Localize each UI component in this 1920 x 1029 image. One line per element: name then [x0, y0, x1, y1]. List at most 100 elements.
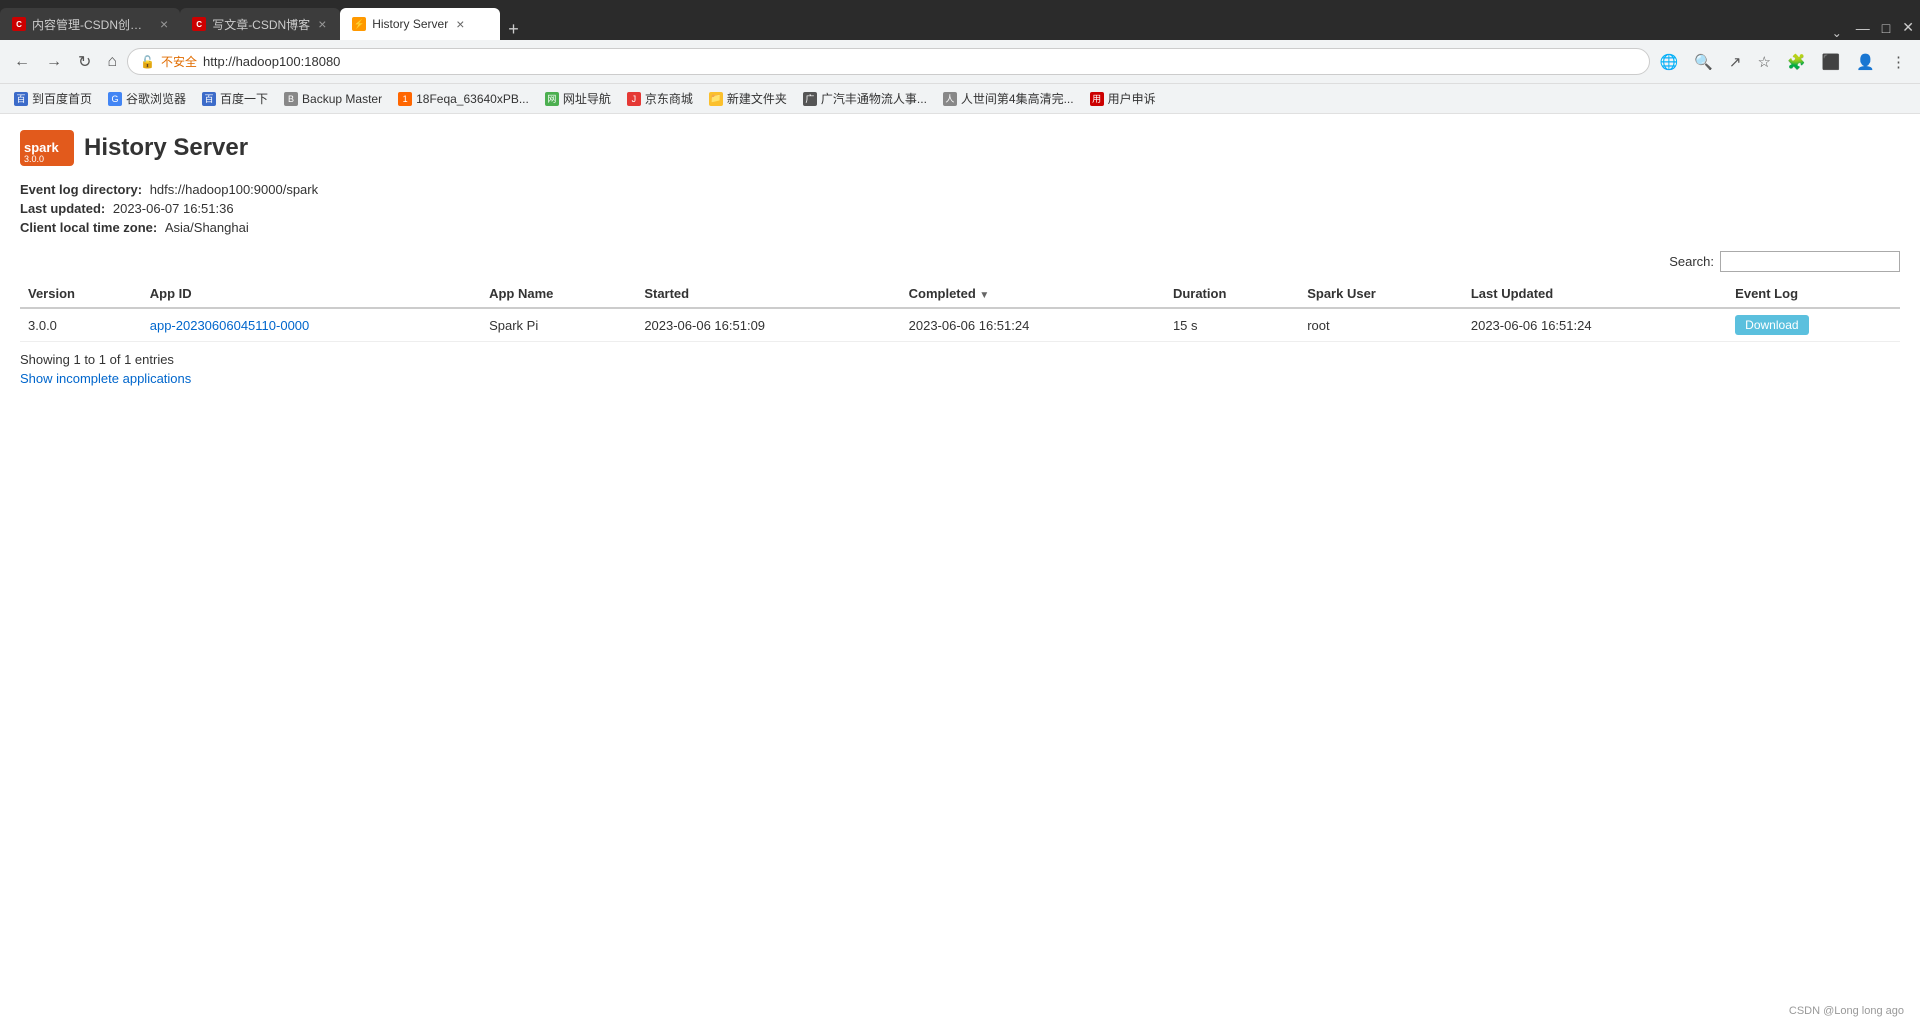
bookmark-18feqa[interactable]: 1 18Feqa_63640xPB...	[392, 90, 535, 108]
bookmark-favicon-guangqi: 广	[803, 92, 817, 106]
cell-app-id: app-20230606045110-0000	[142, 308, 481, 342]
col-event-log[interactable]: Event Log	[1727, 280, 1900, 308]
cell-completed: 2023-06-06 16:51:24	[901, 308, 1165, 342]
applications-table: Version App ID App Name Started Complete…	[20, 280, 1900, 342]
cell-event-log: Download	[1727, 308, 1900, 342]
bookmark-label-nav: 网址导航	[563, 90, 611, 107]
show-incomplete-link[interactable]: Show incomplete applications	[20, 371, 1900, 386]
col-version[interactable]: Version	[20, 280, 142, 308]
bookmark-renshijian[interactable]: 人 人世间第4集高清完...	[937, 88, 1080, 109]
table-row: 3.0.0 app-20230606045110-0000 Spark Pi 2…	[20, 308, 1900, 342]
bookmark-baidu-search[interactable]: 百 百度一下	[196, 88, 274, 109]
col-app-name[interactable]: App Name	[481, 280, 636, 308]
tab-bar: C 内容管理-CSDN创作中心 × C 写文章-CSDN博客 × ⚡ Histo…	[0, 0, 1920, 40]
bookmark-label-folder: 新建文件夹	[727, 90, 787, 107]
cell-duration: 15 s	[1165, 308, 1299, 342]
tab-history-server[interactable]: ⚡ History Server ×	[340, 8, 500, 40]
search-input[interactable]	[1720, 251, 1900, 272]
profile-button[interactable]: 👤	[1850, 49, 1881, 75]
bookmark-favicon-baidu-search: 百	[202, 92, 216, 106]
bookmark-favicon-google: G	[108, 92, 122, 106]
forward-button[interactable]: →	[40, 49, 68, 75]
bookmark-complaint[interactable]: 用 用户申诉	[1084, 88, 1162, 109]
bookmark-google[interactable]: G 谷歌浏览器	[102, 88, 192, 109]
maximize-button[interactable]: □	[1876, 16, 1896, 40]
bookmark-nav[interactable]: 网 网址导航	[539, 88, 617, 109]
tab-label-3: History Server	[372, 17, 448, 31]
bookmark-button[interactable]: ☆	[1751, 49, 1776, 75]
last-updated-row: Last updated: 2023-06-07 16:51:36	[20, 201, 1900, 216]
bookmark-favicon-baidu: 百	[14, 92, 28, 106]
bookmarks-bar: 百 到百度首页 G 谷歌浏览器 百 百度一下 B Backup Master 1…	[0, 84, 1920, 114]
last-updated-value: 2023-06-07 16:51:36	[113, 201, 234, 216]
security-label: 不安全	[161, 53, 197, 70]
cell-spark-user: root	[1299, 308, 1463, 342]
tab-csdn-write[interactable]: C 写文章-CSDN博客 ×	[180, 8, 340, 40]
col-app-id[interactable]: App ID	[142, 280, 481, 308]
bookmark-label-complaint: 用户申诉	[1108, 90, 1156, 107]
col-duration[interactable]: Duration	[1165, 280, 1299, 308]
app-id-link[interactable]: app-20230606045110-0000	[150, 318, 310, 333]
tab-csdn-manage[interactable]: C 内容管理-CSDN创作中心 ×	[0, 8, 180, 40]
browser-toolbar: ← → ↻ ⌂ 🔓 不安全 http://hadoop100:18080 🌐 🔍…	[0, 40, 1920, 84]
spark-logo-svg: spark 3.0.0	[20, 130, 74, 166]
bookmark-favicon-renshijian: 人	[943, 92, 957, 106]
col-started[interactable]: Started	[636, 280, 900, 308]
bookmark-label-guangqi: 广汽丰通物流人事...	[821, 90, 927, 107]
bookmark-favicon-backup: B	[284, 92, 298, 106]
event-log-row: Event log directory: hdfs://hadoop100:90…	[20, 182, 1900, 197]
reload-button[interactable]: ↻	[72, 48, 97, 76]
tab-favicon-2: C	[192, 17, 206, 31]
bookmark-guangqi[interactable]: 广 广汽丰通物流人事...	[797, 88, 933, 109]
translate-button[interactable]: 🌐	[1654, 49, 1685, 75]
cell-version: 3.0.0	[20, 308, 142, 342]
table-footer: Showing 1 to 1 of 1 entries Show incompl…	[20, 352, 1900, 386]
timezone-value: Asia/Shanghai	[165, 220, 249, 235]
bookmark-favicon-jd: J	[627, 92, 641, 106]
tab-favicon-1: C	[12, 17, 26, 31]
page-content: spark 3.0.0 History Server Event log dir…	[0, 114, 1920, 814]
menu-button[interactable]: ⋮	[1885, 49, 1912, 75]
home-button[interactable]: ⌂	[101, 49, 123, 75]
bookmark-backup[interactable]: B Backup Master	[278, 90, 388, 108]
timezone-row: Client local time zone: Asia/Shanghai	[20, 220, 1900, 235]
bookmark-favicon-complaint: 用	[1090, 92, 1104, 106]
entries-text: Showing 1 to 1 of 1 entries	[20, 352, 174, 367]
close-tab-1[interactable]: ×	[160, 16, 168, 32]
bookmark-jd[interactable]: J 京东商城	[621, 88, 699, 109]
share-button[interactable]: ↗	[1723, 49, 1748, 75]
back-button[interactable]: ←	[8, 49, 36, 75]
close-tab-3[interactable]: ×	[456, 16, 464, 32]
bookmark-baidu[interactable]: 百 到百度首页	[8, 88, 98, 109]
tab-favicon-3: ⚡	[352, 17, 366, 31]
search-button[interactable]: 🔍	[1688, 49, 1719, 75]
col-spark-user-label: Spark User	[1307, 286, 1376, 301]
close-window-button[interactable]: ✕	[1896, 15, 1920, 40]
bookmark-favicon-18feqa: 1	[398, 92, 412, 106]
table-header-row: Version App ID App Name Started Complete…	[20, 280, 1900, 308]
bookmark-label-backup: Backup Master	[302, 92, 382, 106]
bookmark-folder[interactable]: 📁 新建文件夹	[703, 88, 793, 109]
timezone-label: Client local time zone:	[20, 220, 157, 235]
address-bar[interactable]: 🔓 不安全 http://hadoop100:18080	[127, 48, 1649, 75]
col-last-updated-label: Last Updated	[1471, 286, 1553, 301]
info-section: Event log directory: hdfs://hadoop100:90…	[20, 182, 1900, 235]
new-tab-button[interactable]: +	[500, 19, 527, 40]
svg-text:spark: spark	[24, 140, 59, 155]
download-button[interactable]: Download	[1735, 315, 1808, 335]
col-completed-label: Completed	[909, 286, 976, 301]
event-log-label: Event log directory:	[20, 182, 142, 197]
close-tab-2[interactable]: ×	[318, 16, 326, 32]
tab-overflow-button[interactable]: ⌄	[1824, 26, 1850, 40]
search-row: Search:	[20, 251, 1900, 272]
toolbar-icons: 🌐 🔍 ↗ ☆ 🧩 ⬛ 👤 ⋮	[1654, 49, 1912, 75]
minimize-button[interactable]: —	[1850, 16, 1876, 40]
bookmark-label-renshijian: 人世间第4集高清完...	[961, 90, 1074, 107]
col-spark-user[interactable]: Spark User	[1299, 280, 1463, 308]
sidebar-button[interactable]: ⬛	[1816, 49, 1847, 75]
col-last-updated[interactable]: Last Updated	[1463, 280, 1727, 308]
bookmark-label-18feqa: 18Feqa_63640xPB...	[416, 92, 529, 106]
col-completed[interactable]: Completed ▼	[901, 280, 1165, 308]
extensions-button[interactable]: 🧩	[1781, 49, 1812, 75]
col-started-label: Started	[644, 286, 689, 301]
